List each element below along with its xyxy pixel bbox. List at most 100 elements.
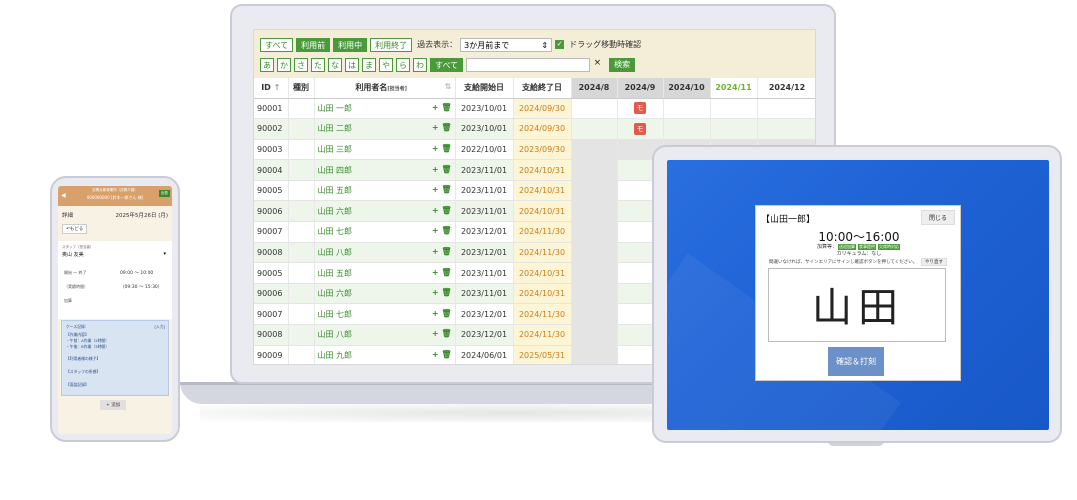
trash-icon[interactable]: 🗑: [441, 226, 451, 235]
status-ended-button[interactable]: 利用終了: [370, 37, 413, 52]
cell-month[interactable]: [663, 98, 711, 120]
user-name-link[interactable]: 山田 六郎: [318, 289, 353, 298]
cell-month[interactable]: [571, 221, 618, 243]
back-button[interactable]: ↶もどる: [62, 224, 88, 234]
add-button[interactable]: + 追加: [100, 400, 127, 410]
checkin-button[interactable]: 出勤: [159, 190, 170, 197]
kana-na-button[interactable]: な: [328, 57, 342, 72]
add-icon[interactable]: +: [432, 329, 439, 338]
trash-icon[interactable]: 🗑: [441, 288, 451, 297]
kana-sa-button[interactable]: さ: [294, 57, 308, 72]
cell-id: 90006: [254, 200, 289, 223]
trash-icon[interactable]: 🗑: [441, 350, 451, 359]
status-before-button[interactable]: 利用前: [296, 37, 331, 52]
clear-icon[interactable]: ×: [594, 58, 602, 68]
add-icon[interactable]: +: [432, 247, 439, 256]
add-icon[interactable]: +: [432, 309, 439, 318]
trash-icon[interactable]: 🗑: [441, 144, 451, 153]
drag-confirm-checkbox[interactable]: ✓: [555, 40, 565, 49]
cell-month[interactable]: [571, 303, 618, 326]
add-icon[interactable]: +: [432, 144, 439, 153]
trash-icon[interactable]: 🗑: [441, 103, 451, 112]
col-start[interactable]: 支給開始日: [455, 78, 514, 99]
trash-icon[interactable]: 🗑: [441, 206, 451, 215]
staff-select[interactable]: 奥山 友美: [62, 251, 84, 258]
col-type[interactable]: 種別: [288, 78, 315, 99]
confirm-stamp-button[interactable]: 確認＆打刻: [828, 347, 884, 376]
add-icon[interactable]: +: [432, 268, 439, 277]
cell-month[interactable]: [663, 118, 711, 140]
add-icon[interactable]: +: [432, 103, 439, 112]
trash-icon[interactable]: 🗑: [441, 165, 451, 174]
cell-month[interactable]: [571, 345, 618, 364]
add-icon[interactable]: +: [432, 123, 439, 132]
trash-icon[interactable]: 🗑: [441, 123, 451, 132]
trash-icon[interactable]: 🗑: [441, 268, 451, 277]
cell-month[interactable]: [571, 324, 618, 346]
cell-month[interactable]: モ: [617, 118, 664, 140]
cell-month[interactable]: [571, 98, 618, 120]
col-id[interactable]: ID ↑: [254, 78, 289, 99]
notes-input-button[interactable]: [入力]: [154, 324, 165, 330]
month-mark-badge[interactable]: モ: [634, 102, 646, 115]
past-display-select[interactable]: 3か月前まで ⇕: [460, 37, 553, 52]
user-name-link[interactable]: 山田 七郎: [318, 310, 353, 319]
close-button[interactable]: 閉じる: [920, 210, 955, 225]
cell-month[interactable]: [571, 242, 618, 264]
add-icon[interactable]: +: [432, 206, 439, 215]
kana-all-button[interactable]: すべて: [430, 57, 464, 72]
user-name-link[interactable]: 山田 六郎: [318, 207, 353, 216]
cell-month[interactable]: [571, 262, 618, 284]
search-button[interactable]: 検索: [609, 57, 636, 72]
status-all-button[interactable]: すべて: [260, 37, 294, 52]
add-icon[interactable]: +: [432, 350, 439, 359]
user-name-link[interactable]: 山田 四郎: [318, 166, 353, 175]
cell-month[interactable]: [571, 283, 618, 305]
trash-icon[interactable]: 🗑: [441, 309, 451, 318]
cell-month[interactable]: [757, 118, 815, 140]
user-name-link[interactable]: 山田 二郎: [318, 124, 353, 133]
kana-ya-button[interactable]: や: [379, 57, 393, 72]
add-icon[interactable]: +: [432, 185, 439, 194]
user-name-link[interactable]: 山田 五郎: [318, 186, 353, 195]
user-name-link[interactable]: 山田 七郎: [318, 227, 353, 236]
cell-month[interactable]: [710, 118, 758, 140]
kana-ha-button[interactable]: は: [345, 57, 359, 72]
kana-wa-button[interactable]: わ: [413, 57, 427, 72]
cell-month[interactable]: [571, 180, 618, 202]
add-icon[interactable]: +: [432, 165, 439, 174]
kana-ma-button[interactable]: ま: [362, 57, 376, 72]
kana-ka-button[interactable]: か: [277, 57, 291, 72]
cell-month[interactable]: [710, 98, 758, 120]
trash-icon[interactable]: 🗑: [441, 329, 451, 338]
user-name-link[interactable]: 山田 三郎: [318, 145, 353, 154]
cell-month[interactable]: モ: [617, 98, 664, 120]
signature-area[interactable]: 山田: [768, 268, 946, 342]
user-name-link[interactable]: 山田 一郎: [318, 104, 353, 113]
kana-ra-button[interactable]: ら: [396, 57, 410, 72]
table-row[interactable]: 90002 山田 二郎 + 🗑 2023/10/01 2024/09/30 モ: [254, 118, 815, 140]
search-input[interactable]: ×: [466, 57, 601, 72]
add-icon[interactable]: +: [432, 226, 439, 235]
cell-month[interactable]: [571, 118, 618, 140]
cell-month[interactable]: [571, 159, 618, 181]
table-row[interactable]: 90001 山田 一郎 + 🗑 2023/10/01 2024/09/30 モ: [254, 98, 815, 120]
kana-a-button[interactable]: あ: [260, 57, 274, 72]
trash-icon[interactable]: 🗑: [441, 247, 451, 256]
time-row-value[interactable]: 09:00 〜 10:00: [120, 270, 153, 276]
user-name-link[interactable]: 山田 八郎: [318, 248, 353, 257]
kana-ta-button[interactable]: た: [311, 57, 325, 72]
status-active-button[interactable]: 利用中: [333, 37, 368, 52]
col-name[interactable]: 利用者名[担当者] ⇅: [314, 78, 456, 99]
trash-icon[interactable]: 🗑: [441, 185, 451, 194]
col-end[interactable]: 支給終了日: [513, 78, 572, 99]
add-icon[interactable]: +: [432, 288, 439, 297]
cell-month[interactable]: [757, 98, 815, 120]
user-name-link[interactable]: 山田 五郎: [318, 269, 353, 278]
cell-month[interactable]: [571, 139, 618, 161]
redo-button[interactable]: やり直す: [921, 258, 947, 266]
user-name-link[interactable]: 山田 八郎: [318, 330, 353, 339]
cell-month[interactable]: [571, 200, 618, 223]
user-name-link[interactable]: 山田 九郎: [318, 351, 353, 360]
month-mark-badge[interactable]: モ: [634, 122, 646, 135]
